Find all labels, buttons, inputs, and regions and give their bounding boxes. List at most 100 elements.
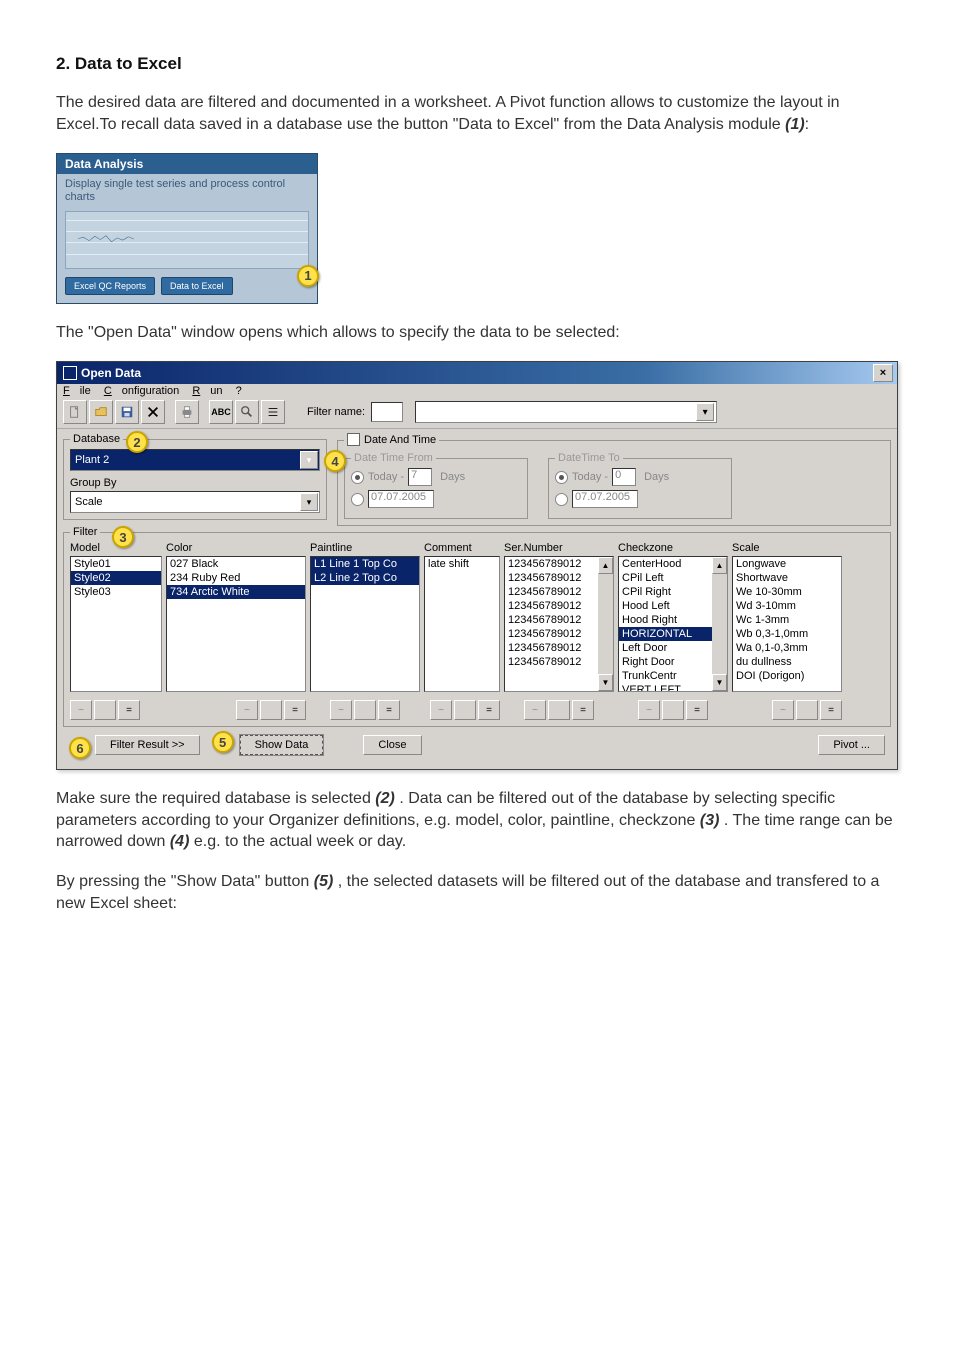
nav-btn[interactable]: =	[284, 700, 306, 720]
list-item[interactable]: 123456789012	[505, 571, 598, 585]
nav-btn[interactable]: =	[686, 700, 708, 720]
list-item[interactable]: 123456789012	[505, 613, 598, 627]
list-item[interactable]: Hood Left	[619, 599, 712, 613]
abc-icon[interactable]: ABC	[209, 400, 233, 424]
to-date-radio[interactable]	[555, 493, 568, 506]
data-to-excel-button[interactable]: Data to Excel	[161, 277, 233, 295]
nav-btn[interactable]: ~	[430, 700, 452, 720]
list-item[interactable]: 734 Arctic White	[167, 585, 305, 599]
od-titlebar[interactable]: Open Data ×	[57, 362, 897, 384]
list-item[interactable]: 234 Ruby Red	[167, 571, 305, 585]
list-item[interactable]: 123456789012	[505, 641, 598, 655]
list-item[interactable]: 123456789012	[505, 655, 598, 669]
list-item[interactable]: CenterHood	[619, 557, 712, 571]
checkzone-listbox[interactable]: CenterHoodCPil LeftCPil RightHood LeftHo…	[618, 556, 728, 692]
show-data-button[interactable]: Show Data	[240, 735, 324, 755]
nav-btn[interactable]: ~	[70, 700, 92, 720]
nav-btn[interactable]	[662, 700, 684, 720]
list-item[interactable]: Wc 1-3mm	[733, 613, 841, 627]
nav-btn[interactable]: ~	[772, 700, 794, 720]
scroll-down-icon[interactable]: ▼	[598, 674, 613, 691]
save-icon[interactable]	[115, 400, 139, 424]
groupby-dropdown[interactable]: Scale	[70, 491, 320, 513]
list-item[interactable]: Style03	[71, 585, 161, 599]
list-item[interactable]: L2 Line 2 Top Co	[311, 571, 419, 585]
filter-name-dropdown[interactable]	[415, 401, 717, 423]
nav-btn[interactable]: ~	[524, 700, 546, 720]
list-item[interactable]: Wa 0,1-0,3mm	[733, 641, 841, 655]
menu-file[interactable]: File	[63, 385, 91, 397]
nav-btn[interactable]: ~	[638, 700, 660, 720]
scale-listbox[interactable]: LongwaveShortwaveWe 10-30mmWd 3-10mmWc 1…	[732, 556, 842, 692]
close-icon[interactable]: ×	[873, 364, 893, 382]
menu-help[interactable]: ?	[236, 385, 242, 397]
list-item[interactable]: Shortwave	[733, 571, 841, 585]
list-item[interactable]: late shift	[425, 557, 499, 571]
datetime-checkbox[interactable]	[347, 433, 360, 446]
new-icon[interactable]	[63, 400, 87, 424]
comment-listbox[interactable]: late shift	[424, 556, 500, 692]
print-icon[interactable]	[175, 400, 199, 424]
delete-icon[interactable]	[141, 400, 165, 424]
from-today-radio[interactable]	[351, 471, 364, 484]
list-item[interactable]: 123456789012	[505, 627, 598, 641]
scroll-down-icon[interactable]: ▼	[712, 674, 727, 691]
list-item[interactable]: VERT LEFT	[619, 683, 712, 692]
from-days-input[interactable]: 7	[408, 468, 432, 486]
list-item[interactable]: Wd 3-10mm	[733, 599, 841, 613]
pivot-button[interactable]: Pivot ...	[818, 735, 885, 755]
excel-qc-reports-button[interactable]: Excel QC Reports	[65, 277, 155, 295]
to-date-input[interactable]: 07.07.2005	[572, 490, 638, 508]
nav-btn[interactable]: =	[118, 700, 140, 720]
nav-btn[interactable]	[354, 700, 376, 720]
scroll-up-icon[interactable]: ▲	[712, 557, 727, 574]
menu-run[interactable]: Run	[192, 385, 222, 397]
list-item[interactable]: 027 Black	[167, 557, 305, 571]
open-icon[interactable]	[89, 400, 113, 424]
to-days-input[interactable]: 0	[612, 468, 636, 486]
nav-btn[interactable]	[94, 700, 116, 720]
nav-btn[interactable]: =	[572, 700, 594, 720]
list-item[interactable]: CPil Left	[619, 571, 712, 585]
list-item[interactable]: We 10-30mm	[733, 585, 841, 599]
nav-btn[interactable]	[548, 700, 570, 720]
list-item[interactable]: HORIZONTAL	[619, 627, 712, 641]
list-item[interactable]: Right Door	[619, 655, 712, 669]
list-item[interactable]: CPil Right	[619, 585, 712, 599]
find-icon[interactable]	[235, 400, 259, 424]
to-today-radio[interactable]	[555, 471, 568, 484]
list-item[interactable]: DOI (Dorigon)	[733, 669, 841, 683]
list-item[interactable]: L1 Line 1 Top Co	[311, 557, 419, 571]
list-icon[interactable]	[261, 400, 285, 424]
close-button[interactable]: Close	[363, 735, 421, 755]
list-item[interactable]: Hood Right	[619, 613, 712, 627]
list-item[interactable]: du dullness	[733, 655, 841, 669]
list-item[interactable]: 123456789012	[505, 557, 598, 571]
list-item[interactable]: 123456789012	[505, 585, 598, 599]
nav-btn[interactable]: =	[378, 700, 400, 720]
from-date-radio[interactable]	[351, 493, 364, 506]
list-item[interactable]: TrunkCentr	[619, 669, 712, 683]
from-date-input[interactable]: 07.07.2005	[368, 490, 434, 508]
nav-btn[interactable]: ~	[236, 700, 258, 720]
list-item[interactable]: Wb 0,3-1,0mm	[733, 627, 841, 641]
nav-btn[interactable]	[260, 700, 282, 720]
filter-name-input[interactable]	[371, 402, 403, 422]
list-item[interactable]: Left Door	[619, 641, 712, 655]
database-dropdown[interactable]: Plant 2	[70, 449, 320, 471]
filter-result-button[interactable]: Filter Result >>	[95, 735, 200, 755]
nav-btn[interactable]: =	[478, 700, 500, 720]
scroll-up-icon[interactable]: ▲	[598, 557, 613, 574]
nav-btn[interactable]	[454, 700, 476, 720]
paintline-listbox[interactable]: L1 Line 1 Top CoL2 Line 2 Top Co	[310, 556, 420, 692]
list-item[interactable]: Style02	[71, 571, 161, 585]
nav-btn[interactable]	[796, 700, 818, 720]
list-item[interactable]: 123456789012	[505, 599, 598, 613]
sernumber-listbox[interactable]: 1234567890121234567890121234567890121234…	[504, 556, 614, 692]
list-item[interactable]: Longwave	[733, 557, 841, 571]
list-item[interactable]: Style01	[71, 557, 161, 571]
color-listbox[interactable]: 027 Black234 Ruby Red734 Arctic White	[166, 556, 306, 692]
menu-configuration[interactable]: Configuration	[104, 385, 179, 397]
model-listbox[interactable]: Style01Style02Style03	[70, 556, 162, 692]
nav-btn[interactable]: ~	[330, 700, 352, 720]
